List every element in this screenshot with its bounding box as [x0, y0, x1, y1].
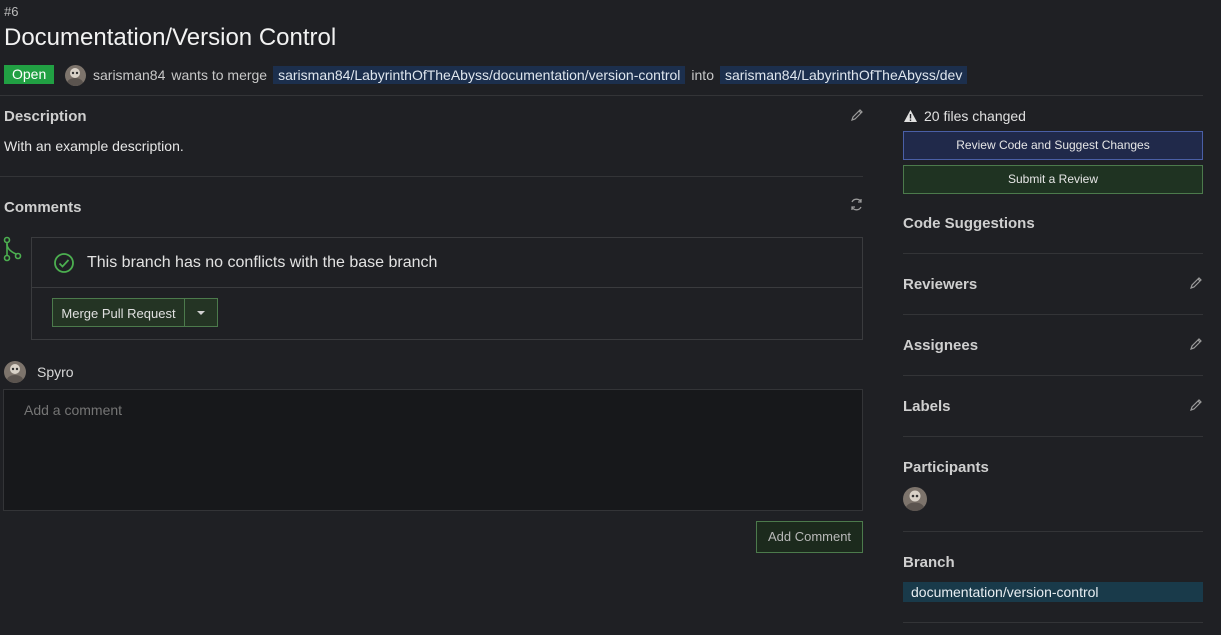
labels-title: Labels — [903, 398, 951, 415]
edit-labels-pencil-icon[interactable] — [1189, 398, 1203, 415]
edit-assignees-pencil-icon[interactable] — [1189, 337, 1203, 354]
branch-title: Branch — [903, 554, 955, 571]
divider — [0, 176, 863, 177]
comments-title: Comments — [4, 199, 82, 216]
edit-reviewers-pencil-icon[interactable] — [1189, 276, 1203, 293]
target-branch[interactable]: sarisman84/LabyrinthOfTheAbyss/dev — [719, 66, 968, 84]
branch-name[interactable]: documentation/version-control — [903, 582, 1203, 602]
divider — [903, 314, 1203, 315]
into-label: into — [691, 67, 714, 83]
divider — [903, 622, 1203, 623]
avatar[interactable] — [65, 65, 86, 86]
current-user-name: Spyro — [37, 364, 74, 380]
divider — [903, 436, 1203, 437]
description-text: With an example description. — [4, 138, 184, 154]
page-title: Documentation/Version Control — [4, 24, 337, 51]
code-suggestions-title: Code Suggestions — [903, 215, 1035, 232]
assignees-title: Assignees — [903, 337, 979, 354]
add-comment-button[interactable]: Add Comment — [756, 521, 863, 553]
warning-icon — [904, 110, 917, 122]
merge-pull-request-button[interactable]: Merge Pull Request — [52, 298, 185, 327]
divider — [903, 253, 1203, 254]
files-changed[interactable]: 20 files changed — [903, 108, 1026, 124]
divider — [32, 287, 862, 288]
pr-number: #6 — [4, 4, 19, 19]
refresh-icon[interactable] — [849, 197, 864, 215]
participant-avatar[interactable] — [903, 487, 927, 511]
divider — [903, 531, 1203, 532]
review-code-button[interactable]: Review Code and Suggest Changes — [903, 131, 1203, 160]
submit-review-button[interactable]: Submit a Review — [903, 165, 1203, 194]
files-changed-label: 20 files changed — [924, 108, 1026, 124]
reviewers-title: Reviewers — [903, 276, 978, 293]
participants-title: Participants — [903, 459, 989, 476]
merge-status-text: This branch has no conflicts with the ba… — [87, 254, 438, 271]
comment-input[interactable] — [3, 389, 863, 511]
source-branch[interactable]: sarisman84/LabyrinthOfTheAbyss/documenta… — [273, 66, 686, 84]
author-name[interactable]: sarisman84 — [93, 67, 165, 83]
divider — [903, 375, 1203, 376]
status-badge: Open — [4, 65, 55, 84]
merge-summary: sarisman84 wants to merge sarisman84/Lab… — [93, 66, 968, 84]
header-divider — [0, 95, 1203, 96]
avatar[interactable] — [4, 361, 26, 383]
description-title: Description — [4, 108, 87, 125]
merge-status-box: This branch has no conflicts with the ba… — [31, 237, 863, 340]
merge-verb: wants to merge — [171, 67, 268, 83]
git-branch-icon — [3, 236, 23, 265]
edit-description-pencil-icon[interactable] — [850, 108, 864, 125]
caret-down-icon — [197, 311, 205, 315]
check-circle-icon — [53, 252, 75, 277]
merge-options-dropdown[interactable] — [184, 298, 218, 327]
